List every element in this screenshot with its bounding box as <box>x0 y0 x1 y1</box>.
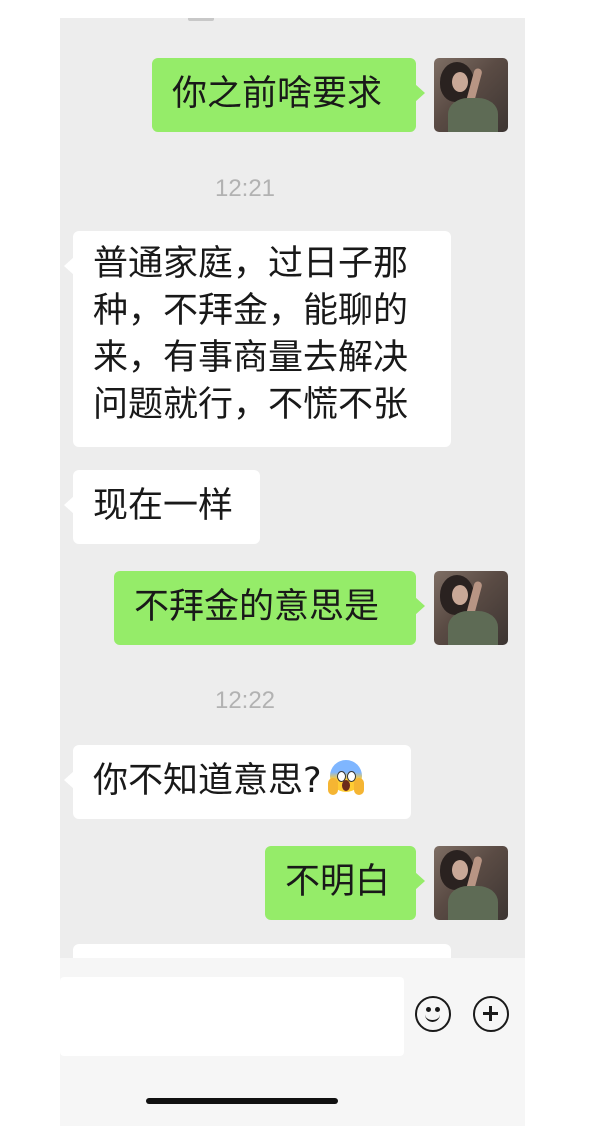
message-line: 来，有事商量去解决 <box>93 338 409 378</box>
my-avatar[interactable] <box>434 571 508 645</box>
my-avatar[interactable] <box>434 846 508 920</box>
message-line: 问题就行，不慌不张 <box>93 385 409 425</box>
message-text: 你不知道意思? <box>93 761 322 801</box>
chat-screen: 你之前啥要求 12:21 普通家庭，过日子那 种，不拜金，能聊的 来，有事商量去… <box>60 18 525 1126</box>
emoji-icon[interactable] <box>415 996 451 1032</box>
incoming-message[interactable]: 普通家庭，过日子那 种，不拜金，能聊的 来，有事商量去解决 问题就行，不慌不张 <box>64 231 451 447</box>
timestamp: 12:21 <box>214 175 276 202</box>
input-bar <box>60 958 525 1126</box>
message-text: 不拜金的意思是 <box>134 587 380 627</box>
message-text: 不明白 <box>285 862 391 902</box>
my-avatar[interactable] <box>434 58 508 132</box>
screaming-face-emoji-icon <box>326 758 366 798</box>
message-line: 种，不拜金，能聊的 <box>93 291 409 331</box>
outgoing-message[interactable]: 你之前啥要求 <box>152 58 425 132</box>
message-text: 你之前啥要求 <box>172 74 383 114</box>
top-notch <box>188 18 214 21</box>
plus-icon[interactable] <box>473 996 509 1032</box>
incoming-message[interactable]: 你不知道意思? <box>64 745 411 819</box>
message-text: 现在一样 <box>93 486 234 526</box>
incoming-message[interactable]: 现在一样 <box>64 470 260 544</box>
outgoing-message[interactable]: 不拜金的意思是 <box>114 571 425 645</box>
message-input[interactable] <box>60 977 404 1056</box>
message-line: 普通家庭，过日子那 <box>93 244 409 284</box>
timestamp: 12:22 <box>214 687 276 714</box>
outgoing-message[interactable]: 不明白 <box>265 846 425 920</box>
home-indicator[interactable] <box>146 1098 338 1104</box>
